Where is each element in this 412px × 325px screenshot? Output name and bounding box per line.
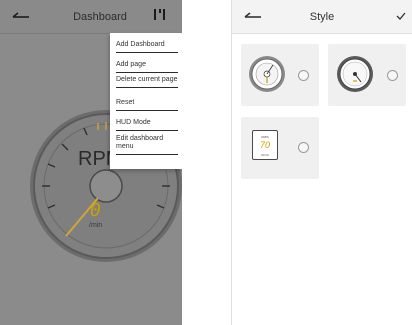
- page-menu-icon[interactable]: [154, 9, 166, 23]
- style-radio[interactable]: [298, 142, 309, 153]
- style-option-analog-1[interactable]: [241, 44, 319, 106]
- gauge-unit: /min: [89, 222, 103, 229]
- menu-item-delete-page[interactable]: Delete current page: [116, 76, 178, 88]
- menu-item-edit-menu[interactable]: Edit dashboard menu: [116, 135, 178, 155]
- page-title: Style: [309, 11, 335, 23]
- options-menu: Add Dashboard Add page Delete current pa…: [110, 33, 182, 169]
- dashboard-toolbar: Dashboard: [0, 0, 182, 34]
- style-option-digital[interactable]: KM/h 70 Km/h: [241, 117, 319, 179]
- style-screen: Style KM/h 70 Km/h: [231, 0, 412, 325]
- analog-gauge-thumbnail: [249, 56, 285, 92]
- page-title: Dashboard: [73, 11, 127, 23]
- menu-item-reset[interactable]: Reset: [116, 99, 178, 111]
- digital-unit: Km/h: [261, 153, 269, 157]
- digital-label: KM/h: [261, 135, 269, 139]
- style-radio[interactable]: [387, 70, 398, 81]
- menu-item-add-page[interactable]: Add page: [116, 61, 178, 73]
- dashboard-screen: Dashboard RPM 0 /min Add Dashboard Add p…: [0, 0, 182, 325]
- back-arrow-icon[interactable]: [244, 10, 262, 24]
- gauge-value: 0: [90, 200, 101, 221]
- style-option-analog-2[interactable]: [328, 44, 406, 106]
- check-icon[interactable]: [396, 11, 406, 21]
- digital-gauge-thumbnail: KM/h 70 Km/h: [252, 130, 278, 160]
- style-toolbar: Style: [232, 0, 412, 34]
- menu-item-hud-mode[interactable]: HUD Mode: [116, 119, 178, 131]
- style-radio[interactable]: [298, 70, 309, 81]
- menu-item-add-dashboard[interactable]: Add Dashboard: [116, 41, 178, 53]
- back-arrow-icon[interactable]: [12, 10, 30, 24]
- digital-value: 70: [259, 140, 270, 150]
- analog-gauge-thumbnail: [337, 56, 373, 92]
